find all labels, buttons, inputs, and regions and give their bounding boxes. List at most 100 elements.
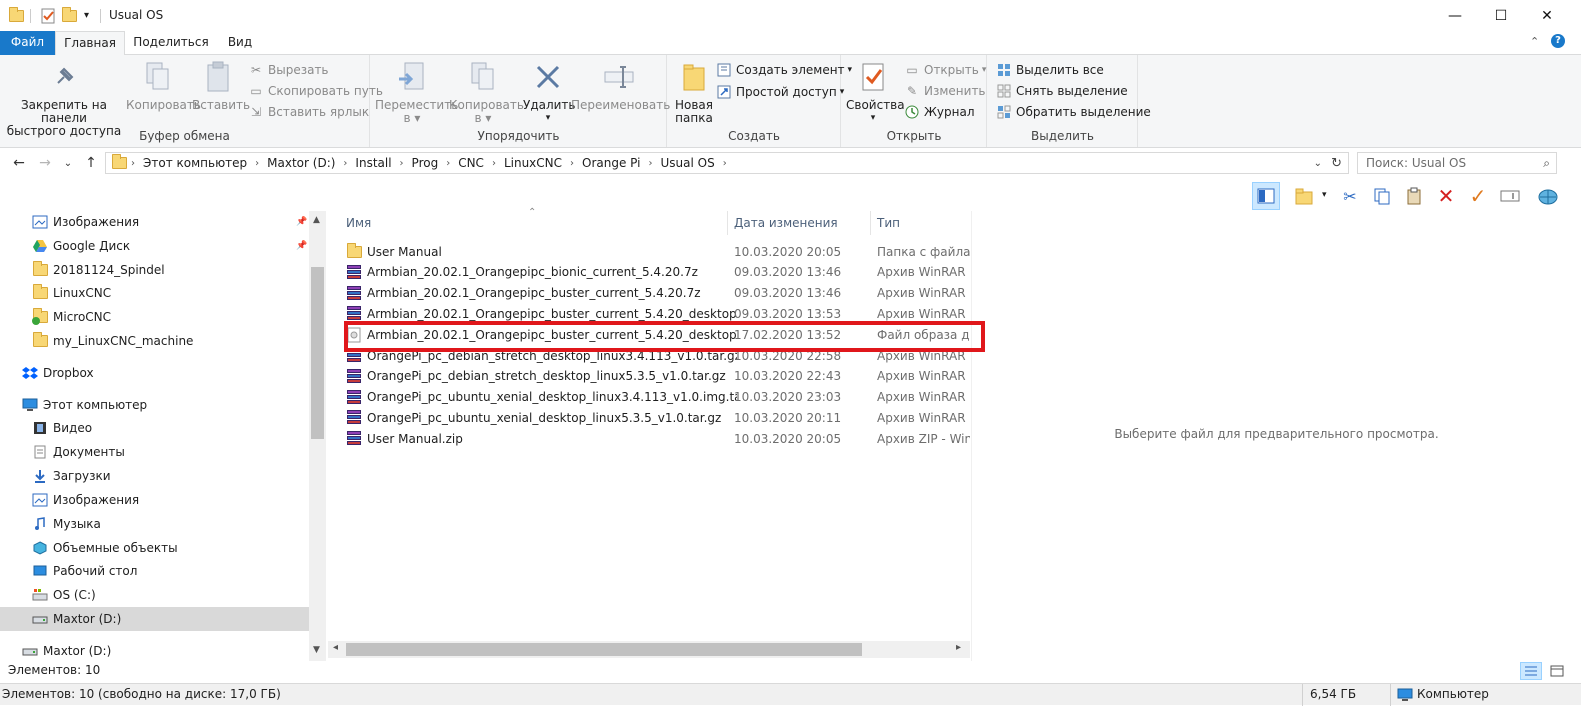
edit-button[interactable]: ✎ Изменить: [904, 82, 986, 100]
nav-item[interactable]: Рабочий стол: [0, 559, 310, 583]
breadcrumb-linuxcnc[interactable]: LinuxCNC: [498, 156, 568, 170]
invert-selection-button[interactable]: Обратить выделение: [996, 103, 1151, 121]
quick-access-dropdown-icon[interactable]: ▾: [84, 7, 89, 24]
copy-icon[interactable]: [1368, 182, 1396, 210]
nav-item[interactable]: Видео: [0, 416, 310, 440]
nav-item[interactable]: Maxtor (D:): [0, 607, 310, 631]
properties-quick-button[interactable]: [40, 7, 56, 24]
horizontal-scrollbar[interactable]: ◂ ▸: [328, 641, 970, 658]
file-row[interactable]: OrangePi_pc_ubuntu_xenial_desktop_linux3…: [343, 387, 970, 408]
new-folder-quick-button[interactable]: [62, 6, 77, 24]
rename-button[interactable]: Переименовать: [571, 61, 670, 112]
nav-item[interactable]: Объемные объекты: [0, 536, 310, 560]
nav-item[interactable]: Музыка: [0, 512, 310, 536]
nav-scroll-thumb[interactable]: [311, 267, 324, 439]
scissors-icon[interactable]: ✂: [1336, 182, 1364, 210]
move-to-button[interactable]: Переместить в ▾: [375, 61, 458, 125]
tab-file[interactable]: Файл: [0, 31, 55, 55]
new-item-button[interactable]: Создать элемент ▾: [716, 61, 852, 79]
address-dropdown-icon[interactable]: ⌄: [1314, 158, 1322, 169]
file-row[interactable]: Armbian_20.02.1_Orangepipc_bionic_curren…: [343, 262, 970, 283]
chevron-right-icon[interactable]: ›: [444, 158, 452, 169]
file-row[interactable]: Armbian_20.02.1_Orangepipc_buster_curren…: [343, 303, 970, 324]
file-row[interactable]: OrangePi_pc_debian_stretch_desktop_linux…: [343, 345, 970, 366]
preview-pane-icon[interactable]: [1252, 182, 1280, 210]
forward-arrow-icon[interactable]: →: [34, 149, 56, 177]
scroll-down-icon[interactable]: ▼: [313, 645, 320, 655]
scroll-up-icon[interactable]: ▲: [313, 215, 320, 225]
search-icon[interactable]: ⌕: [1543, 156, 1550, 171]
checkmark-icon[interactable]: ✓: [1464, 182, 1492, 210]
chevron-down-icon[interactable]: ▾: [846, 112, 900, 125]
chevron-right-icon[interactable]: ›: [646, 158, 654, 169]
nav-item[interactable]: Изображения: [0, 488, 310, 512]
properties-button[interactable]: Свойства ▾: [846, 61, 905, 125]
paste-shortcut-button[interactable]: ⇲ Вставить ярлык: [248, 103, 369, 121]
copy-to-button[interactable]: Копировать в ▾: [449, 61, 524, 125]
file-row[interactable]: OrangePi_pc_ubuntu_xenial_desktop_linux5…: [343, 407, 970, 428]
horizontal-scroll-thumb[interactable]: [346, 643, 862, 656]
nav-item[interactable]: MicroCNC: [0, 305, 310, 329]
help-icon[interactable]: ?: [1551, 34, 1565, 48]
easy-access-button[interactable]: Простой доступ ▾: [716, 83, 844, 101]
nav-item[interactable]: 20181124_Spindel: [0, 258, 310, 282]
scroll-right-icon[interactable]: ▸: [956, 642, 961, 653]
recent-locations-chevron-icon[interactable]: ⌄: [60, 149, 76, 177]
select-none-button[interactable]: Снять выделение: [996, 82, 1128, 100]
chevron-down-icon[interactable]: ▾: [1322, 190, 1327, 200]
nav-item[interactable]: LinuxCNC: [0, 281, 310, 305]
tab-view[interactable]: Вид: [218, 31, 262, 55]
nav-item[interactable]: my_LinuxCNC_machine: [0, 329, 310, 353]
breadcrumb-this-pc[interactable]: Этот компьютер: [137, 156, 253, 170]
nav-scrollbar[interactable]: ▲ ▼: [309, 211, 326, 661]
file-row[interactable]: OrangePi_pc_debian_stretch_desktop_linux…: [343, 366, 970, 387]
scroll-left-icon[interactable]: ◂: [333, 642, 338, 653]
delete-dropdown-icon[interactable]: ▾: [523, 112, 573, 125]
maximize-button[interactable]: ☐: [1478, 0, 1524, 31]
pin-icon[interactable]: 📌: [296, 217, 307, 227]
breadcrumb-prog[interactable]: Prog: [406, 156, 445, 170]
pin-quick-access-button[interactable]: Закрепить на панели быстрого доступа: [4, 61, 124, 138]
chevron-right-icon[interactable]: ›: [568, 158, 576, 169]
cut-button[interactable]: ✂ Вырезать: [248, 61, 329, 79]
open-button[interactable]: ▭ Открыть ▾: [904, 61, 986, 79]
shell-globe-icon[interactable]: [1534, 182, 1562, 210]
breadcrumb-install[interactable]: Install: [349, 156, 397, 170]
column-header-date[interactable]: Дата изменения: [728, 211, 871, 235]
nav-item[interactable]: Загрузки: [0, 464, 310, 488]
pin-icon[interactable]: 📌: [296, 241, 307, 251]
delete-icon[interactable]: ✕: [1432, 182, 1460, 210]
nav-item[interactable]: Этот компьютер: [0, 393, 310, 417]
nav-item[interactable]: Dropbox: [0, 361, 310, 385]
chevron-right-icon[interactable]: ›: [341, 158, 349, 169]
column-header-name[interactable]: Имя: [340, 211, 728, 235]
rename-icon[interactable]: [1496, 182, 1524, 210]
collapse-ribbon-icon[interactable]: ⌃: [1530, 35, 1539, 48]
copy-path-button[interactable]: ▭ Скопировать путь: [248, 82, 383, 100]
folder-options-icon[interactable]: [1290, 182, 1318, 210]
file-row[interactable]: Armbian_20.02.1_Orangepipc_buster_curren…: [343, 283, 970, 304]
paste-button[interactable]: Вставить: [192, 61, 250, 112]
nav-item[interactable]: Google Диск 📌: [0, 234, 310, 258]
breadcrumb-maxtor[interactable]: Maxtor (D:): [261, 156, 341, 170]
file-row[interactable]: User Manual.zip 10.03.2020 20:05 Архив ZIP…: [343, 428, 970, 449]
column-header-type[interactable]: Тип: [871, 211, 970, 235]
chevron-right-icon[interactable]: ›: [721, 158, 729, 169]
search-input[interactable]: Поиск: Usual OS ⌕: [1357, 152, 1557, 174]
refresh-icon[interactable]: ↻: [1331, 156, 1342, 171]
address-bar[interactable]: › Этот компьютер › Maxtor (D:) › Install…: [105, 152, 1349, 174]
chevron-right-icon[interactable]: ›: [129, 158, 137, 169]
minimize-button[interactable]: —: [1432, 0, 1478, 31]
details-view-icon[interactable]: [1520, 662, 1542, 680]
history-button[interactable]: Журнал: [904, 103, 975, 121]
nav-item[interactable]: Документы: [0, 440, 310, 464]
file-row[interactable]: Armbian_20.02.1_Orangepipc_buster_curren…: [343, 324, 970, 345]
nav-item[interactable]: OS (C:): [0, 583, 310, 607]
paste-icon[interactable]: [1400, 182, 1428, 210]
copy-button[interactable]: Копировать: [126, 61, 201, 112]
select-all-button[interactable]: Выделить все: [996, 61, 1104, 79]
breadcrumb-usual-os[interactable]: Usual OS: [654, 156, 720, 170]
breadcrumb-cnc[interactable]: CNC: [452, 156, 490, 170]
delete-button[interactable]: Удалить ▾: [523, 61, 576, 125]
breadcrumb-orange-pi[interactable]: Orange Pi: [576, 156, 646, 170]
